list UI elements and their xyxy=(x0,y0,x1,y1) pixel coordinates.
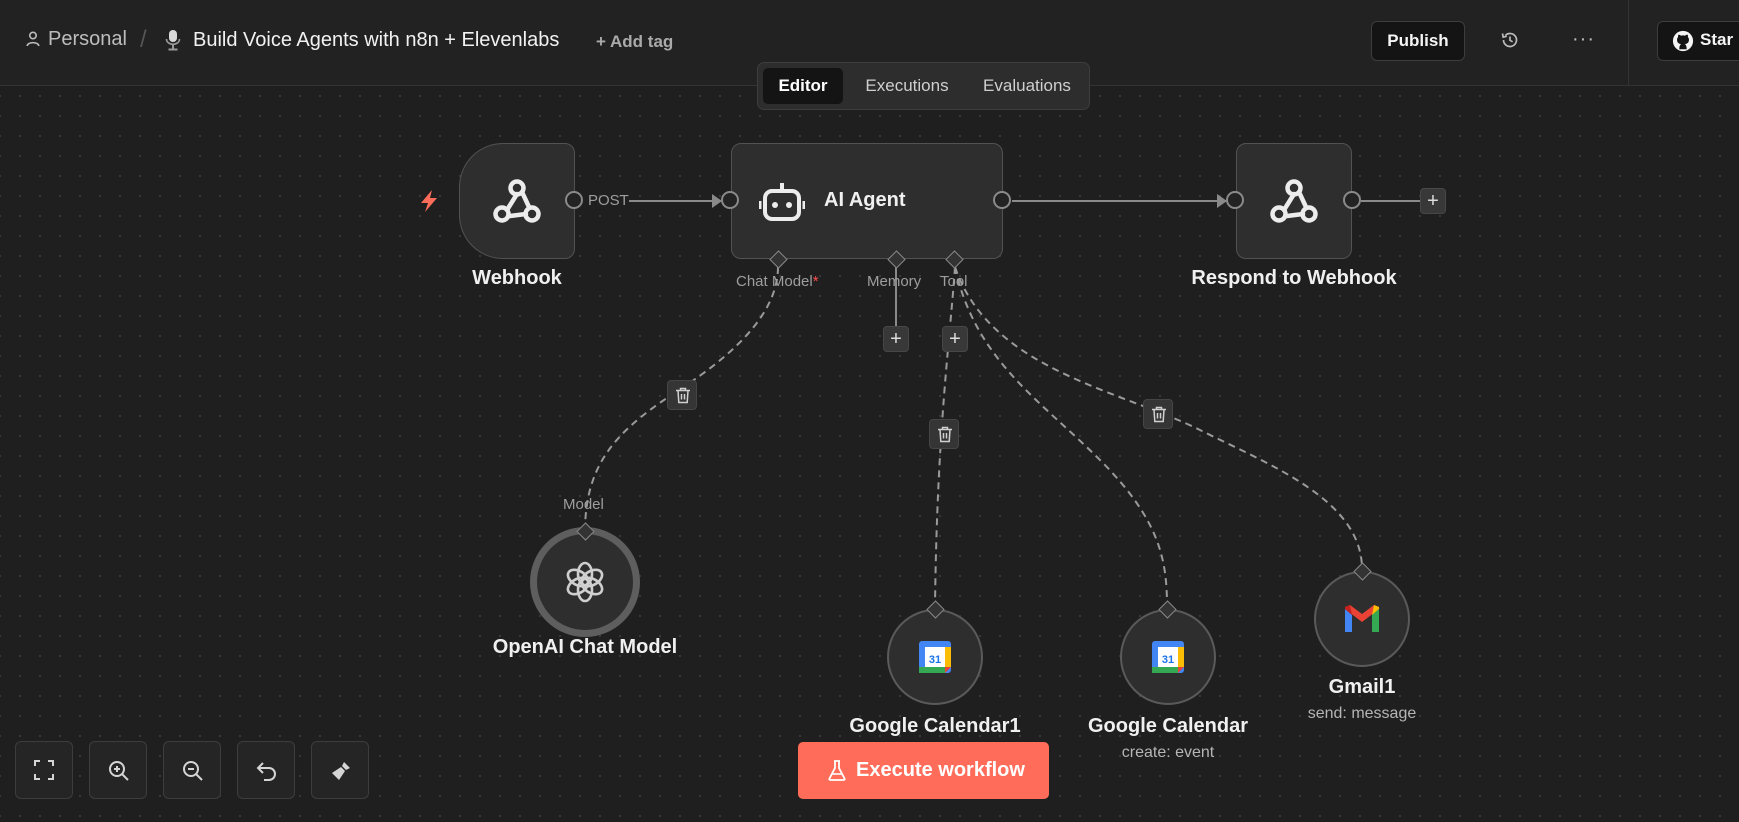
google-calendar1-node[interactable]: 31 xyxy=(887,609,983,705)
gmail1-node-subtitle: send: message xyxy=(1307,705,1417,722)
zoom-in-button[interactable] xyxy=(89,741,147,799)
add-memory-button[interactable]: + xyxy=(883,326,909,352)
chat-model-port-label: Chat Model* xyxy=(736,273,819,290)
execute-workflow-label: Execute workflow xyxy=(856,759,1025,781)
connections-layer xyxy=(584,194,1420,608)
trash-icon xyxy=(938,426,952,443)
delete-connection-button[interactable] xyxy=(929,419,959,449)
robot-icon xyxy=(759,183,805,221)
model-port-label: Model xyxy=(563,496,604,513)
fit-view-button[interactable] xyxy=(15,741,73,799)
tidy-up-button[interactable] xyxy=(311,741,369,799)
connection-tool-gcal[interactable] xyxy=(954,266,1168,608)
input-port[interactable] xyxy=(721,191,739,209)
google-calendar-node[interactable]: 31 xyxy=(1120,609,1216,705)
trash-icon xyxy=(1152,406,1166,423)
webhook-node-label: Webhook xyxy=(472,267,562,289)
calendar-day-text: 31 xyxy=(1162,654,1174,666)
respond-node-label: Respond to Webhook xyxy=(1191,267,1397,289)
webhook-output-label: POST xyxy=(588,192,629,209)
tool-port-label: Tool xyxy=(940,273,968,290)
openai-chat-model-node[interactable] xyxy=(530,527,640,637)
lightning-bolt-icon xyxy=(421,190,437,212)
openai-icon xyxy=(566,561,604,603)
zoom-out-button[interactable] xyxy=(163,741,221,799)
tidy-up-icon xyxy=(332,762,350,780)
webhook-icon xyxy=(493,179,541,223)
undo-button[interactable] xyxy=(237,741,295,799)
flask-icon xyxy=(828,760,846,781)
google-calendar1-node-label: Google Calendar1 xyxy=(849,715,1021,737)
webhook-node[interactable] xyxy=(459,143,575,259)
openai-node-label: OpenAI Chat Model xyxy=(492,636,678,658)
input-port[interactable] xyxy=(1226,191,1244,209)
ai-agent-node-label: AI Agent xyxy=(824,189,906,211)
zoom-out-icon xyxy=(183,761,203,781)
memory-port-label: Memory xyxy=(867,273,922,290)
delete-connection-button[interactable] xyxy=(667,380,697,410)
output-port[interactable] xyxy=(1343,191,1361,209)
google-calendar-node-label: Google Calendar xyxy=(1087,715,1249,737)
gmail1-node-label: Gmail1 xyxy=(1328,676,1396,698)
add-node-button[interactable]: + xyxy=(1420,188,1446,214)
gmail-icon xyxy=(1345,605,1379,632)
zoom-in-icon xyxy=(109,761,129,781)
add-tool-button[interactable]: + xyxy=(942,326,968,352)
google-calendar-icon: 31 xyxy=(919,641,951,673)
trash-icon xyxy=(676,387,690,404)
webhook-icon xyxy=(1270,179,1318,223)
execute-workflow-button[interactable]: Execute workflow xyxy=(798,742,1049,799)
undo-icon xyxy=(256,762,276,781)
google-calendar-node-subtitle: create: event xyxy=(1121,744,1215,761)
respond-to-webhook-node[interactable] xyxy=(1236,143,1352,259)
gmail1-node[interactable] xyxy=(1314,571,1410,667)
ai-agent-node[interactable]: AI Agent xyxy=(731,143,1003,259)
output-port[interactable] xyxy=(565,191,583,209)
calendar-day-text: 31 xyxy=(929,654,941,666)
output-port[interactable] xyxy=(993,191,1011,209)
fit-view-icon xyxy=(34,760,54,780)
delete-connection-button[interactable] xyxy=(1143,399,1173,429)
google-calendar-icon: 31 xyxy=(1152,641,1184,673)
